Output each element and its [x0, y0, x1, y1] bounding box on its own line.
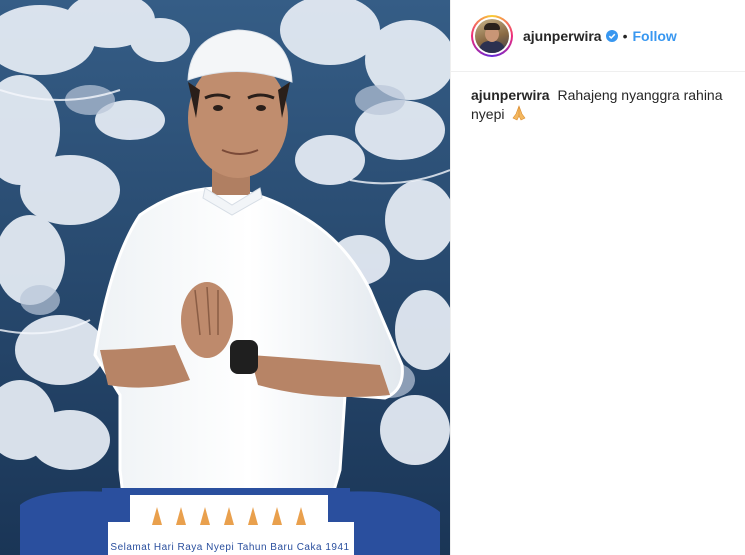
username-link[interactable]: ajunperwira [523, 28, 602, 44]
post-header: ajunperwira • Follow [451, 0, 745, 72]
post-image[interactable]: Selamat Hari Raya Nyepi Tahun Baru Caka … [0, 0, 450, 555]
avatar-image [475, 18, 509, 53]
follow-button[interactable]: Follow [633, 28, 677, 44]
post-photo: Selamat Hari Raya Nyepi Tahun Baru Caka … [0, 0, 450, 555]
post-caption: ajunperwira Rahajeng nyanggra rahina nye… [451, 72, 745, 124]
banner-text: Selamat Hari Raya Nyepi Tahun Baru Caka … [110, 542, 349, 553]
avatar[interactable] [471, 14, 513, 57]
avatar-frame [473, 16, 511, 55]
folded-hands-icon [512, 105, 526, 121]
instagram-post: Selamat Hari Raya Nyepi Tahun Baru Caka … [0, 0, 745, 555]
verified-badge-icon [605, 29, 618, 42]
caption-username-link[interactable]: ajunperwira [471, 87, 550, 103]
nyepi-banner: Selamat Hari Raya Nyepi Tahun Baru Caka … [20, 488, 440, 555]
post-sidebar: ajunperwira • Follow ajunperwira Rahajen… [450, 0, 745, 555]
separator-dot: • [622, 27, 628, 44]
